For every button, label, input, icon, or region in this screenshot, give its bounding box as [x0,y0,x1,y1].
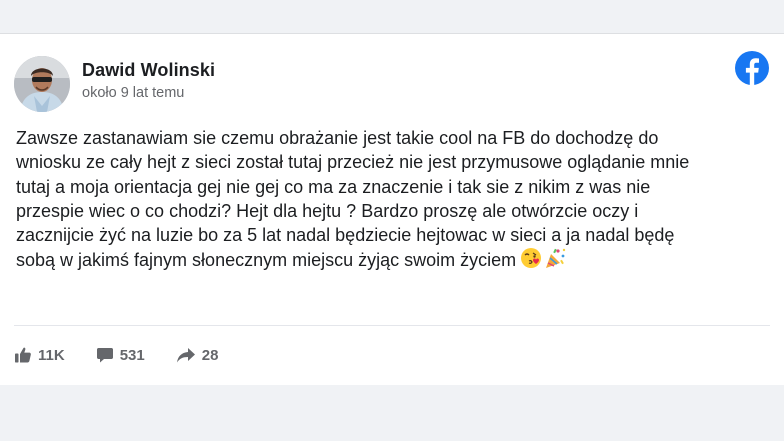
share-arrow-icon [176,346,196,364]
comment-button[interactable]: 531 [96,346,145,364]
post-body: Zawsze zastanawiam sie czemu obrażanie j… [16,126,776,276]
post-timestamp[interactable]: około 9 lat temu [82,85,184,101]
thumbs-up-icon [14,346,32,364]
post-card: Dawid Wolinski około 9 lat temu Zawsze z… [0,33,784,385]
like-count: 11K [38,346,65,364]
post-actions: 11K 531 28 [14,343,218,367]
post-emojis [521,248,566,269]
comment-count: 531 [119,346,145,364]
like-button[interactable]: 11K [14,346,65,364]
comment-bubble-icon [96,346,114,364]
share-count: 28 [201,346,219,364]
footer-divider [14,325,770,326]
post-text: Zawsze zastanawiam sie czemu obrażanie j… [16,128,690,271]
author-name[interactable]: Dawid Wolinski [82,60,215,81]
party-popper-emoji [546,249,566,269]
share-button[interactable]: 28 [176,346,219,364]
avatar[interactable] [14,56,70,112]
avatar-photo [14,56,70,112]
face-blowing-kiss-emoji [521,248,542,269]
facebook-logo-icon[interactable] [735,51,769,85]
